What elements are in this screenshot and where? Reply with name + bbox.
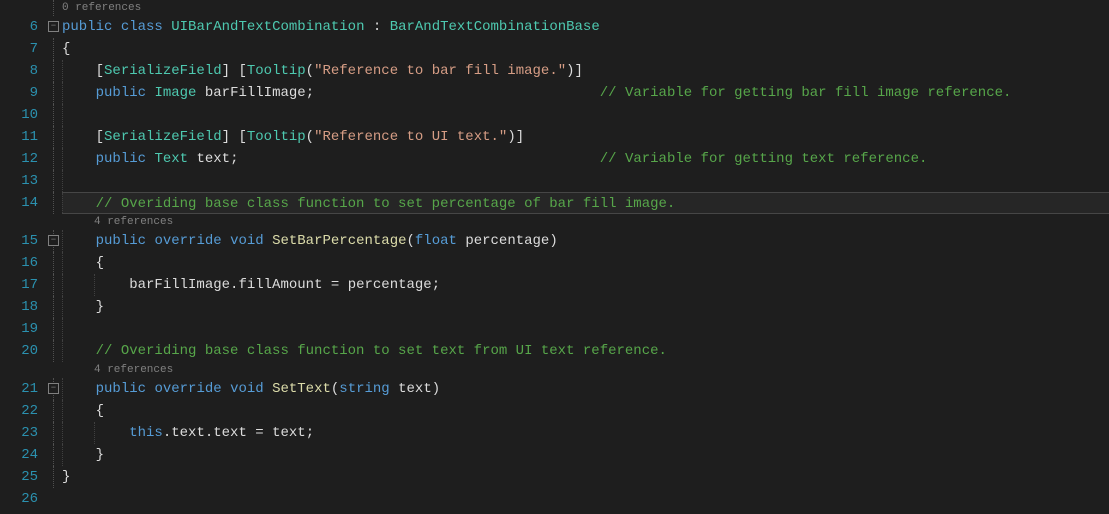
code-line[interactable]: public Text text; // Variable for gettin… <box>62 148 1109 170</box>
code-line[interactable]: { <box>62 252 1109 274</box>
line-number: 26 <box>0 488 38 510</box>
line-number: 17 <box>0 274 38 296</box>
line-number: 18 <box>0 296 38 318</box>
fold-toggle[interactable]: − <box>48 21 59 32</box>
codelens-references[interactable]: 0 references <box>62 0 1109 16</box>
line-number: 6 <box>0 16 38 38</box>
line-number: 25 <box>0 466 38 488</box>
code-line[interactable]: { <box>62 38 1109 60</box>
code-line[interactable] <box>62 170 1109 192</box>
line-number: 9 <box>0 82 38 104</box>
codelens-references[interactable]: 4 references <box>62 214 1109 230</box>
code-area[interactable]: 0 references public class UIBarAndTextCo… <box>62 0 1109 514</box>
code-editor[interactable]: 6 7 8 9 10 11 12 13 14 15 16 17 18 19 20… <box>0 0 1109 514</box>
line-number: 8 <box>0 60 38 82</box>
code-line[interactable]: [SerializeField] [Tooltip("Reference to … <box>62 126 1109 148</box>
fold-gutter: − − − <box>48 0 62 514</box>
codelens-references[interactable]: 4 references <box>62 362 1109 378</box>
code-line[interactable]: this.text.text = text; <box>62 422 1109 444</box>
line-number: 21 <box>0 378 38 400</box>
code-line[interactable]: // Overiding base class function to set … <box>62 340 1109 362</box>
line-number: 20 <box>0 340 38 362</box>
code-line[interactable] <box>62 104 1109 126</box>
code-line[interactable]: public override void SetText(string text… <box>62 378 1109 400</box>
fold-toggle[interactable]: − <box>48 383 59 394</box>
code-line[interactable]: } <box>62 296 1109 318</box>
line-number: 15 <box>0 230 38 252</box>
code-line[interactable]: [SerializeField] [Tooltip("Reference to … <box>62 60 1109 82</box>
line-number: 12 <box>0 148 38 170</box>
line-number: 16 <box>0 252 38 274</box>
line-number: 7 <box>0 38 38 60</box>
code-line[interactable] <box>62 488 1109 510</box>
line-number: 14 <box>0 192 38 214</box>
code-line-current[interactable]: // Overiding base class function to set … <box>62 192 1109 214</box>
line-number: 10 <box>0 104 38 126</box>
code-line[interactable]: { <box>62 400 1109 422</box>
line-number: 23 <box>0 422 38 444</box>
line-number: 22 <box>0 400 38 422</box>
line-number-gutter: 6 7 8 9 10 11 12 13 14 15 16 17 18 19 20… <box>0 0 48 514</box>
code-line[interactable]: } <box>62 466 1109 488</box>
line-number: 19 <box>0 318 38 340</box>
code-line[interactable]: public override void SetBarPercentage(fl… <box>62 230 1109 252</box>
line-number: 11 <box>0 126 38 148</box>
line-number: 24 <box>0 444 38 466</box>
code-line[interactable]: barFillImage.fillAmount = percentage; <box>62 274 1109 296</box>
line-number: 13 <box>0 170 38 192</box>
code-line[interactable]: public Image barFillImage; // Variable f… <box>62 82 1109 104</box>
code-line[interactable]: public class UIBarAndTextCombination : B… <box>62 16 1109 38</box>
code-line[interactable] <box>62 318 1109 340</box>
code-line[interactable]: } <box>62 444 1109 466</box>
fold-toggle[interactable]: − <box>48 235 59 246</box>
